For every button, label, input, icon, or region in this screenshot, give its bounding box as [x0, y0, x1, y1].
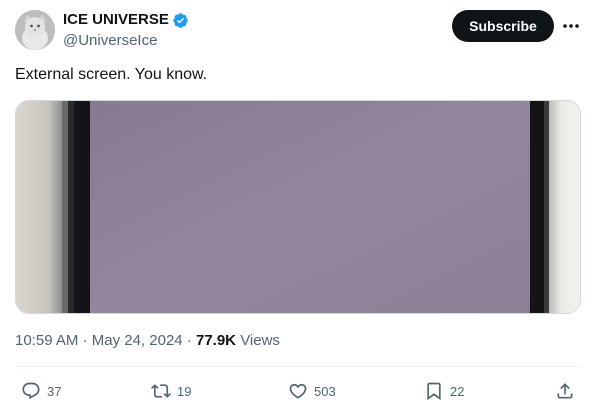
divider	[15, 366, 581, 367]
share-button[interactable]	[555, 380, 575, 402]
phone-screen-photo	[16, 101, 580, 313]
tweet-text: External screen. You know.	[15, 66, 208, 83]
verified-badge-icon[interactable]	[172, 12, 189, 29]
tweet-date[interactable]: May 24, 2024	[92, 332, 183, 349]
reply-count: 37	[47, 383, 62, 399]
repost-count: 19	[177, 383, 192, 399]
bookmark-icon	[427, 382, 441, 401]
cat-avatar-icon	[15, 10, 55, 50]
views-count: 77.9K	[195, 332, 237, 349]
more-horizontal-icon[interactable]	[560, 16, 582, 36]
share-icon	[557, 383, 573, 399]
subscribe-button[interactable]: Subscribe	[452, 10, 554, 42]
author-info: ICE UNIVERSE @UniverseIce	[63, 11, 189, 50]
views-label: Views	[240, 332, 280, 349]
tweet-card: ICE UNIVERSE @UniverseIce Subscribe Exte…	[0, 0, 597, 410]
tweet-meta: 10:59 AM · May 24, 2024 · 77.9K Views	[15, 331, 280, 351]
avatar[interactable]	[15, 10, 55, 50]
like-count: 503	[314, 383, 336, 399]
like-button[interactable]: 503	[288, 380, 336, 402]
repost-button[interactable]: 19	[151, 380, 191, 402]
tweet-time[interactable]: 10:59 AM	[15, 332, 78, 349]
heart-icon	[289, 383, 307, 399]
reply-button[interactable]: 37	[21, 380, 61, 402]
repost-icon	[151, 384, 171, 398]
meta-separator: ·	[186, 332, 192, 349]
meta-separator: ·	[82, 332, 88, 349]
bookmark-button[interactable]: 22	[424, 380, 464, 402]
author-name[interactable]: ICE UNIVERSE	[63, 11, 169, 29]
author-handle[interactable]: @UniverseIce	[63, 32, 189, 50]
bookmark-count: 22	[450, 383, 465, 399]
tweet-media-photo[interactable]	[15, 100, 581, 314]
reply-icon	[22, 382, 40, 400]
